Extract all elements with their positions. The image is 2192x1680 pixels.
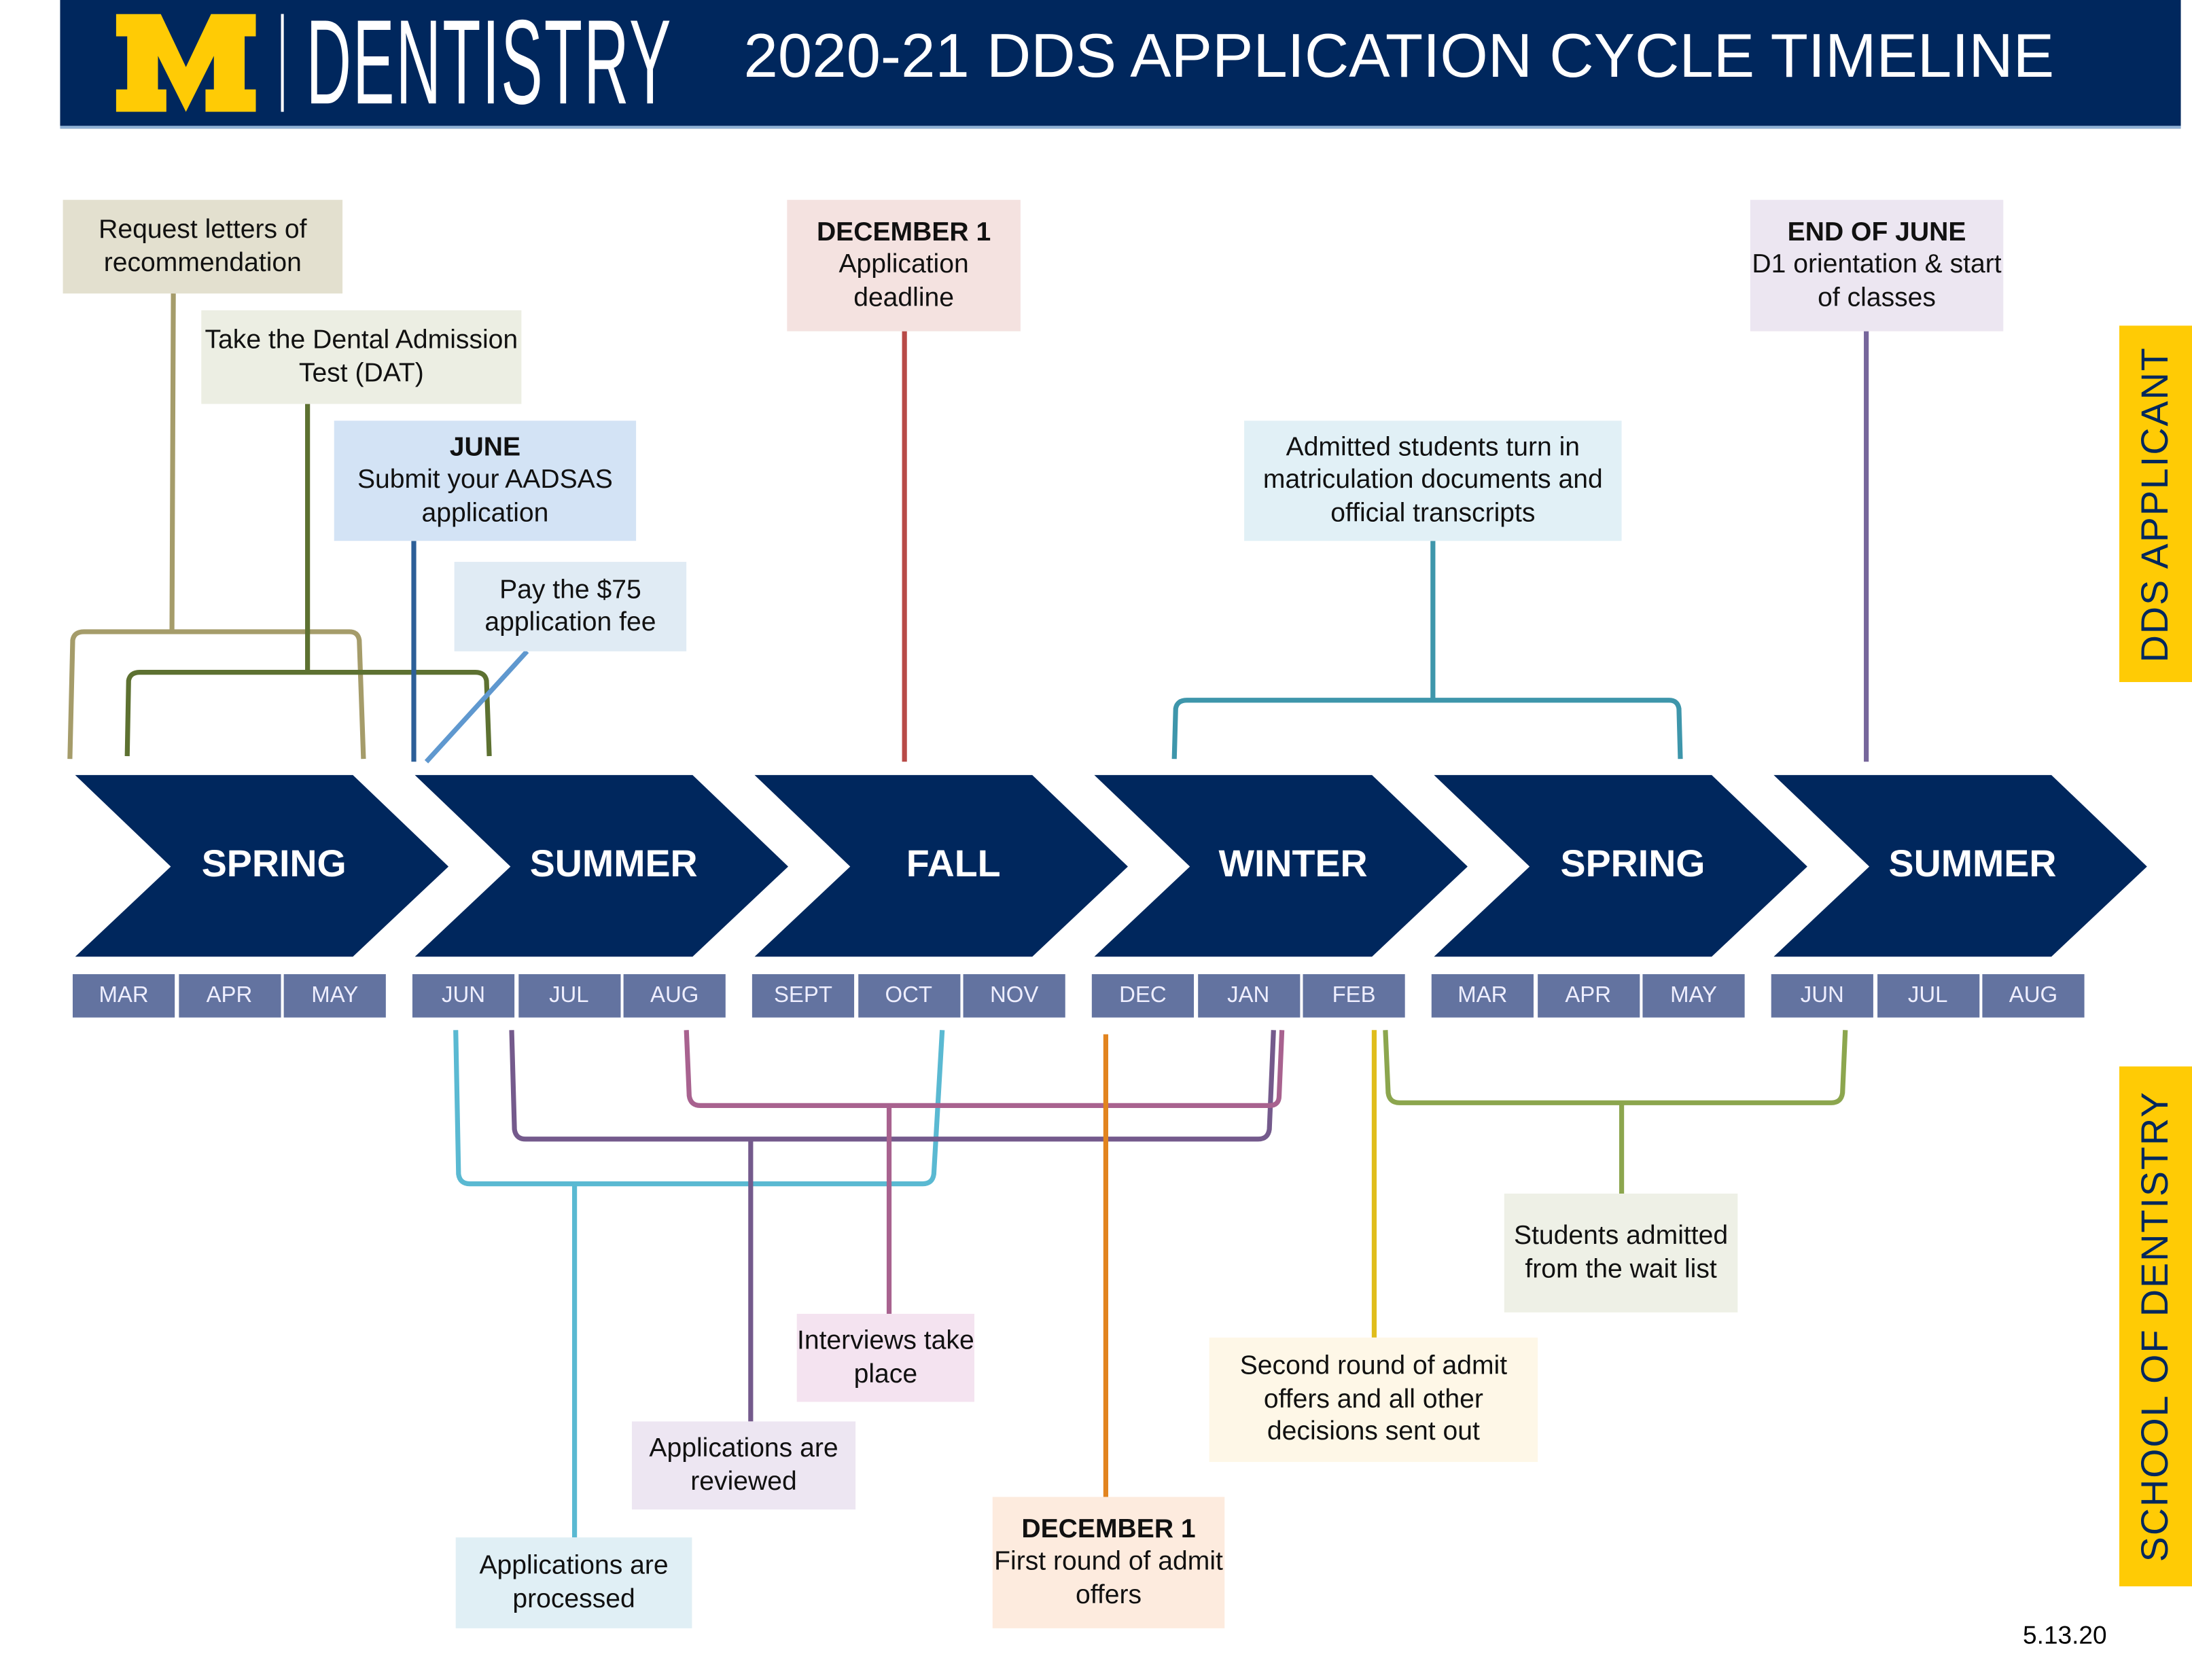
event-request-letters: Request letters of recommendation [63,200,343,294]
month-label: AUG [623,974,726,1018]
event-text: Interviews take place [796,1326,974,1389]
season-label: SUMMER [1888,842,2057,885]
month-label: MAR [72,974,175,1018]
month-label: JUN [412,974,515,1018]
event-submit-aadsas: JUNE Submit your AADSAS application [334,421,637,541]
month-label: APR [1537,974,1640,1018]
season-label: SUMMER [529,842,698,885]
event-second-round-offers: Second round of admit offers and all oth… [1209,1337,1538,1463]
event-text: Students admitted from the wait list [1514,1221,1729,1284]
connector-wait-list [1383,1030,1848,1194]
event-applications-processed: Applications are processed [455,1537,692,1628]
event-matriculation-documents: Admitted students turn in matriculation … [1244,421,1622,541]
month-label: NOV [963,974,1065,1018]
connector-matriculation [1171,541,1683,759]
season-label: WINTER [1218,842,1368,885]
month-label: AUG [1982,974,2085,1018]
event-pay-fee: Pay the $75 application fee [454,562,687,651]
month-label: MAY [283,974,386,1018]
event-heading: DECEMBER 1 [816,217,991,247]
month-label: MAR [1431,974,1534,1018]
event-text: Applications are reviewed [649,1433,838,1497]
month-label: JUL [518,974,620,1018]
month-label: DEC [1091,974,1195,1018]
event-text: Submit your AADSAS application [357,465,613,529]
event-heading: END OF JUNE [1787,217,1966,247]
timeline-page: DENTISTRY 2020-21 DDS APPLICATION CYCLE … [0,0,2192,1680]
month-label: JAN [1197,974,1300,1018]
month-label: JUL [1877,974,1979,1018]
event-heading: JUNE [449,433,521,463]
month-label: OCT [858,974,960,1018]
month-label: FEB [1303,974,1405,1018]
event-applications-reviewed: Applications are reviewed [631,1421,856,1509]
month-label: SEPT [752,974,855,1018]
side-label-applicant-text: DDS APPLICANT [2134,346,2176,662]
event-text: Take the Dental Admission Test (DAT) [205,325,518,388]
event-d1-orientation: END OF JUNE D1 orientation & start of cla… [1750,200,2004,332]
side-label-school: SCHOOL OF DENTISTRY [2119,1066,2192,1587]
event-dat: Take the Dental Admission Test (DAT) [201,310,522,404]
month-label: JUN [1771,974,1873,1018]
event-text: D1 orientation & start of classes [1752,250,2002,313]
month-label: APR [178,974,281,1018]
event-text: Application deadline [838,250,969,313]
event-first-round-offers: DECEMBER 1 First round of admit offers [992,1497,1225,1628]
side-label-school-text: SCHOOL OF DENTISTRY [2134,1090,2176,1562]
event-text: First round of admit offers [994,1548,1223,1610]
event-wait-list: Students admitted from the wait list [1504,1194,1738,1312]
connector-pay-fee [424,649,529,764]
event-heading: DECEMBER 1 [1021,1514,1196,1544]
season-label: SPRING [201,842,347,885]
event-text: Admitted students turn in matriculation … [1262,433,1603,529]
side-label-applicant: DDS APPLICANT [2119,325,2192,683]
event-application-deadline: DECEMBER 1 Application deadline [787,200,1021,332]
event-text: Pay the $75 application fee [484,575,656,638]
event-interviews: Interviews take place [796,1313,975,1402]
version-date: 5.13.20 [2023,1621,2107,1649]
season-label: SPRING [1560,842,1705,885]
event-text: Second round of admit offers and all oth… [1239,1352,1508,1447]
connector-interviews [684,1030,1285,1314]
event-text: Request letters of recommendation [99,215,307,278]
month-label: MAY [1642,974,1745,1018]
event-text: Applications are processed [479,1551,669,1614]
season-label: FALL [906,842,1001,885]
